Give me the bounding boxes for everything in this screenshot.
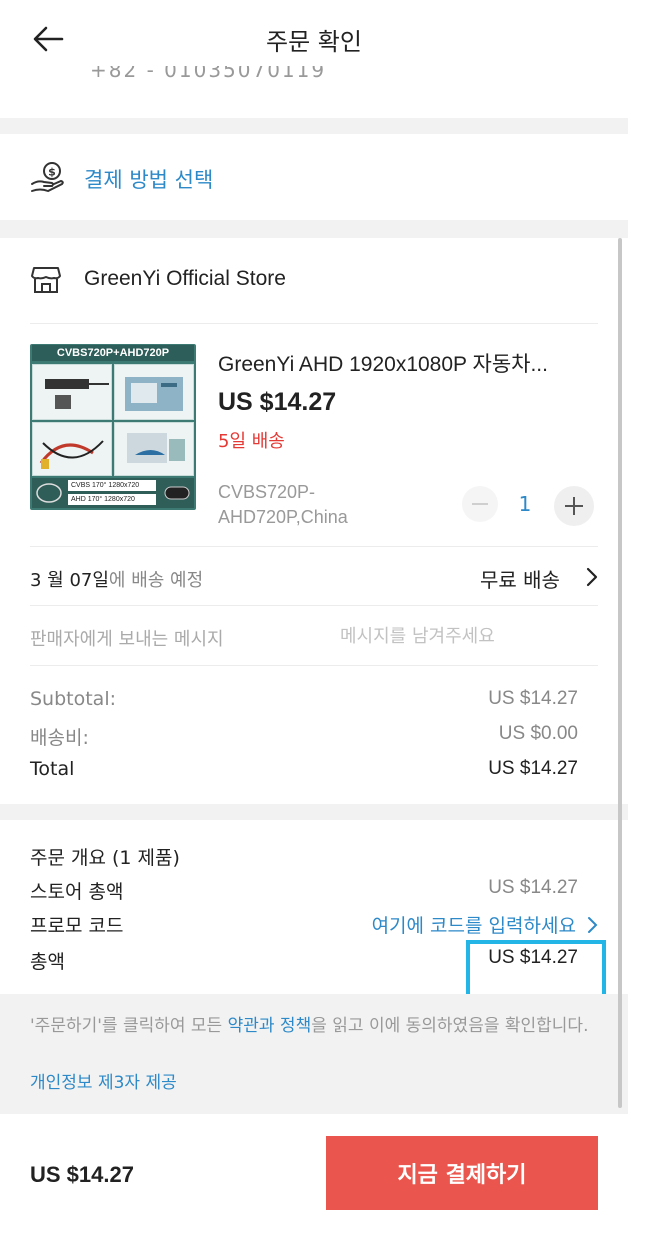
product-variant: CVBS720P-AHD720P,China bbox=[218, 482, 348, 527]
total-label: Total bbox=[30, 758, 75, 780]
chevron-right-icon[interactable] bbox=[584, 567, 600, 587]
delivery-date-suffix: 에 배송 예정 bbox=[108, 570, 204, 591]
grand-total-label: 총액 bbox=[30, 951, 65, 973]
page-title: 주문 확인 bbox=[266, 28, 362, 56]
product-image[interactable]: CVBS720P+AHD720P CVBS 170° 1280x720 AHD … bbox=[30, 344, 196, 510]
order-summary-heading: 주문 개요 (1 제품) bbox=[30, 847, 180, 869]
divider bbox=[30, 546, 598, 547]
store-total-label: 스토어 총액 bbox=[30, 881, 124, 903]
footer-total: US $14.27 bbox=[30, 1162, 134, 1187]
seller-message-label: 판매자에게 보내는 메시지 bbox=[30, 629, 224, 650]
shipping-fee-label: 배송비: bbox=[30, 727, 89, 749]
divider bbox=[30, 323, 598, 324]
section-divider bbox=[0, 220, 628, 238]
image-panel bbox=[32, 422, 112, 476]
spec-cvbs: CVBS 170° 1280x720 bbox=[68, 480, 156, 491]
promo-code-label: 프로모 코드 bbox=[30, 915, 124, 937]
image-spec-strip: CVBS 170° 1280x720 AHD 170° 1280x720 bbox=[32, 478, 194, 508]
subtotal-value: US $14.27 bbox=[488, 688, 578, 709]
product-shipping-time: 5일 배송 bbox=[218, 431, 285, 452]
app-header: 주문 확인 +82 - 01035070119 bbox=[0, 0, 650, 82]
payment-method-row[interactable]: $ 결제 방법 선택 bbox=[0, 134, 628, 220]
storefront-icon bbox=[31, 267, 61, 293]
section-divider bbox=[0, 804, 628, 820]
spec-ahd: AHD 170° 1280x720 bbox=[68, 494, 156, 505]
svg-text:$: $ bbox=[48, 166, 56, 179]
terms-prefix: '주문하기'를 클릭하여 모든 bbox=[30, 1016, 228, 1036]
terms-suffix: 을 읽고 이에 동의하였음을 확인합니다. bbox=[311, 1016, 589, 1036]
delivery-estimate: 3 월 07일에 배송 예정 bbox=[30, 566, 203, 592]
address-phone-partial: +82 - 01035070119 bbox=[90, 58, 327, 82]
store-total-value: US $14.27 bbox=[488, 877, 578, 898]
scrollbar[interactable] bbox=[618, 238, 622, 1108]
seller-message-input[interactable] bbox=[340, 622, 590, 650]
subtotal-label: Subtotal: bbox=[30, 688, 117, 710]
product-image-banner: CVBS720P+AHD720P bbox=[32, 345, 194, 361]
product-price: US $14.27 bbox=[218, 388, 337, 416]
quantity-increase-button[interactable] bbox=[554, 486, 594, 526]
promo-code-link[interactable]: 여기에 코드를 입력하세요 bbox=[372, 911, 598, 938]
grand-total-highlight bbox=[466, 940, 606, 998]
quantity-value: 1 bbox=[518, 492, 532, 516]
terms-notice: '주문하기'를 클릭하여 모든 약관과 정책을 읽고 이에 동의하였음을 확인합… bbox=[0, 994, 628, 1114]
image-panel bbox=[114, 422, 194, 476]
checkout-footer: US $14.27 지금 결제하기 bbox=[0, 1114, 650, 1257]
product-title[interactable]: GreenYi AHD 1920x1080P 자동차... bbox=[218, 348, 598, 378]
section-divider bbox=[0, 118, 628, 134]
divider bbox=[30, 605, 598, 606]
shipping-method[interactable]: 무료 배송 bbox=[480, 564, 560, 593]
quantity-decrease-button[interactable] bbox=[462, 486, 498, 522]
pay-now-button[interactable]: 지금 결제하기 bbox=[326, 1136, 598, 1210]
delivery-date: 3 월 07일 bbox=[30, 570, 109, 591]
image-panel bbox=[114, 364, 194, 420]
shipping-fee-value: US $0.00 bbox=[498, 723, 578, 744]
divider bbox=[30, 665, 598, 666]
promo-code-link-text[interactable]: 여기에 코드를 입력하세요 bbox=[372, 915, 576, 937]
payment-method-label[interactable]: 결제 방법 선택 bbox=[84, 164, 213, 194]
terms-text: '주문하기'를 클릭하여 모든 약관과 정책을 읽고 이에 동의하였음을 확인합… bbox=[30, 1012, 600, 1040]
chevron-right-icon bbox=[588, 917, 598, 933]
store-name[interactable]: GreenYi Official Store bbox=[84, 267, 286, 291]
total-value: US $14.27 bbox=[488, 758, 578, 779]
hand-coin-icon: $ bbox=[31, 162, 64, 193]
image-panel bbox=[32, 364, 112, 420]
terms-policy-link[interactable]: 약관과 정책 bbox=[228, 1016, 312, 1036]
privacy-third-party-link[interactable]: 개인정보 제3자 제공 bbox=[30, 1068, 177, 1093]
